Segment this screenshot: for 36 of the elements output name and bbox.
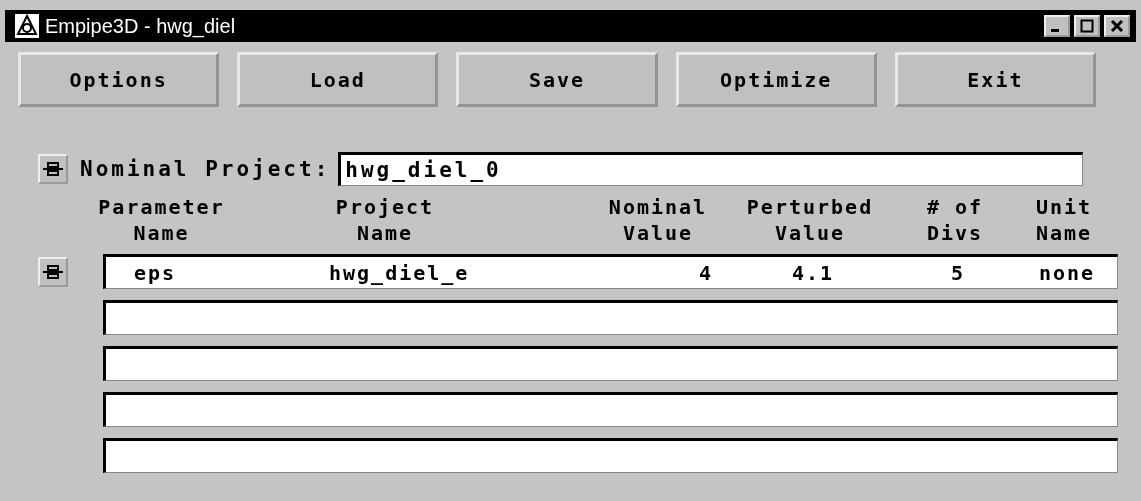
toolbar-button[interactable]: Exit [894,52,1096,107]
column-header: Perturbed Value [745,194,875,246]
nominal-project-label: Nominal Project: [80,157,331,181]
spool-icon [42,161,64,177]
table-row-field[interactable]: eps hwg_diel_e 4 4.1 5 none [103,254,1118,289]
toolbar-button[interactable]: Load [237,52,439,107]
table-cell-text: 4 [697,260,714,285]
minimize-icon [1051,29,1059,32]
column-header: Parameter Name [97,194,226,246]
table-cell-text: 5 [949,260,966,285]
table-row-field[interactable] [103,392,1118,427]
table-row-field[interactable] [103,346,1118,381]
maximize-button[interactable] [1074,15,1100,37]
toolbar-button[interactable]: Optimize [675,52,877,107]
window-title: Empipe3D - hwg_diel [45,14,236,38]
table-row-field[interactable] [103,300,1118,335]
column-header: # of Divs [925,194,985,246]
app-icon [15,14,39,38]
list-button[interactable] [38,154,68,184]
column-header: Nominal Value [607,194,709,246]
close-button[interactable] [1104,15,1130,37]
table-row-field[interactable] [103,438,1118,473]
minimize-button[interactable] [1044,15,1070,37]
toolbar-button[interactable]: Options [18,52,220,107]
toolbar-button[interactable]: Save [456,52,658,107]
spool-icon [42,263,64,280]
list-button[interactable] [38,256,68,287]
table-cell-text: hwg_diel_e [328,260,471,285]
table-cell-text: none [1037,260,1097,285]
nominal-project-field[interactable]: hwg_diel_0 [338,152,1084,186]
table-cell-text: 4.1 [790,260,836,285]
column-header: Unit Name [1034,194,1094,246]
close-icon [1110,19,1124,33]
maximize-icon [1080,19,1094,33]
column-header: Project Name [334,194,436,246]
table-cell-text: eps [133,260,178,285]
